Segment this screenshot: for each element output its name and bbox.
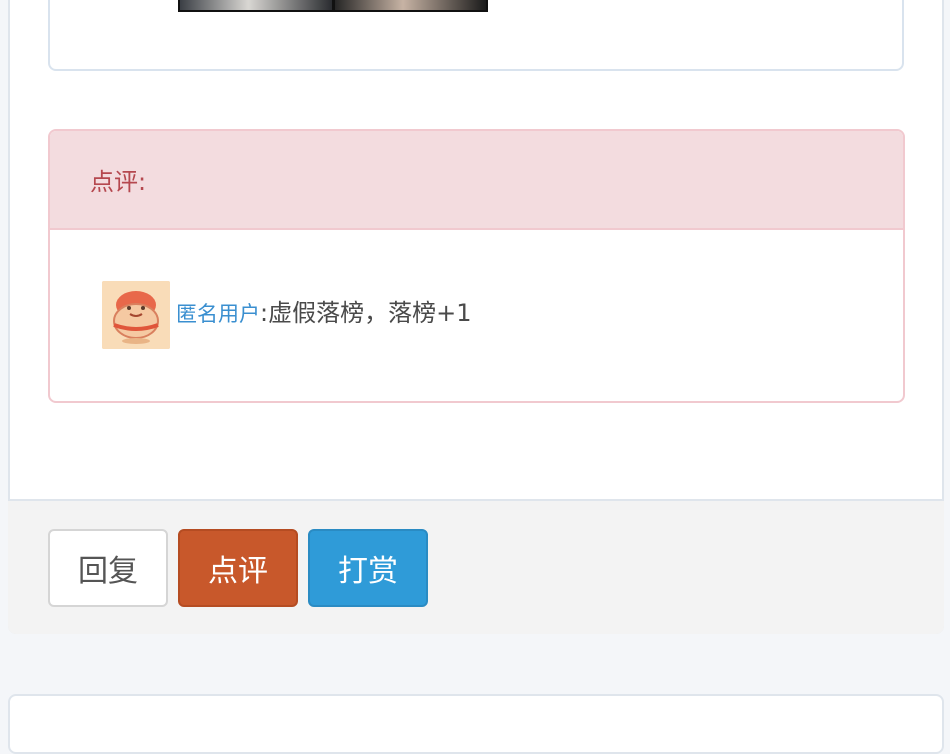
post-image[interactable] [178,0,488,12]
reward-button[interactable]: 打赏 [308,529,428,607]
comment-text: 虚假落榜，落榜+1 [268,299,472,327]
review-body: 匿名用户:虚假落榜，落榜+1 [50,230,903,401]
post-content-box [48,0,904,71]
review-button[interactable]: 点评 [178,529,298,607]
reply-button[interactable]: 回复 [48,529,168,607]
comment-separator: : [260,299,269,327]
review-header: 点评: [50,131,903,230]
post-image-right [334,0,486,10]
review-panel: 点评: 匿名用户:虚假落榜，落榜+1 [48,129,905,403]
review-comment: 匿名用户:虚假落榜，落榜+1 [176,296,471,331]
action-bar: 回复 点评 打赏 [8,499,944,634]
comment-username-link[interactable]: 匿名用户 [176,302,260,326]
avatar-cartoon-icon [102,281,170,349]
review-header-label: 点评: [90,168,147,196]
avatar[interactable] [102,281,170,349]
post-image-left [180,0,332,10]
next-post-card [8,694,944,754]
